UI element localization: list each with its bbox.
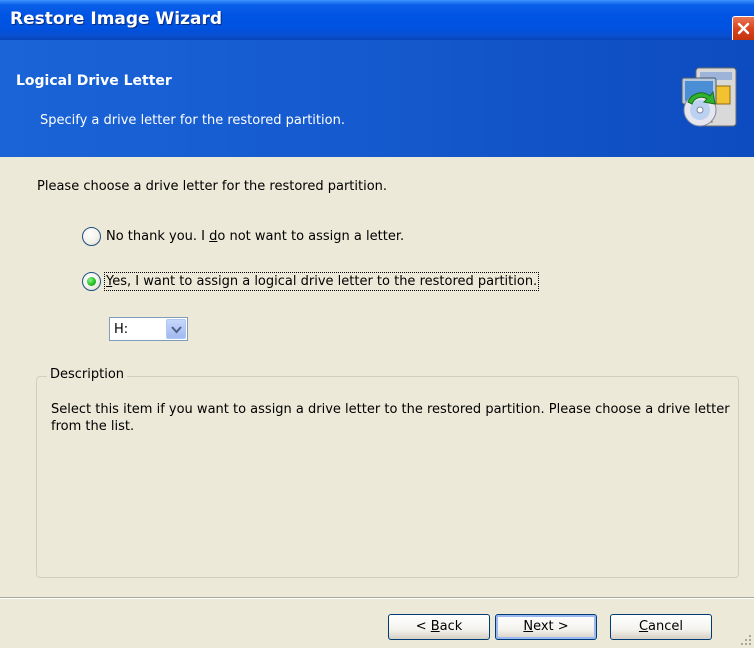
- option-no-letter[interactable]: No thank you. I do not want to assign a …: [82, 227, 404, 246]
- resize-grip-icon[interactable]: [740, 634, 752, 646]
- close-icon: [737, 22, 750, 35]
- back-button[interactable]: < Back: [388, 614, 490, 640]
- window-title: Restore Image Wizard: [10, 9, 223, 29]
- description-legend: Description: [47, 367, 128, 382]
- radio-no-letter[interactable]: [82, 227, 101, 246]
- prompt-text: Please choose a drive letter for the res…: [37, 179, 388, 194]
- dropdown-button[interactable]: [166, 319, 186, 339]
- wizard-header: Logical Drive Letter Specify a drive let…: [0, 40, 754, 157]
- option-assign-letter[interactable]: Yes, I want to assign a logical drive le…: [82, 272, 540, 291]
- step-subtitle: Specify a drive letter for the restored …: [40, 113, 345, 128]
- drive-letter-select[interactable]: H:: [109, 317, 188, 341]
- option-assign-letter-label[interactable]: Yes, I want to assign a logical drive le…: [103, 272, 540, 291]
- step-title: Logical Drive Letter: [16, 73, 172, 89]
- close-button[interactable]: [732, 16, 754, 40]
- cancel-button[interactable]: Cancel: [610, 614, 712, 640]
- description-group: Description Select this item if you want…: [36, 367, 739, 578]
- wizard-content: Please choose a drive letter for the res…: [0, 157, 754, 597]
- restore-wizard-icon: [681, 67, 737, 127]
- drive-letter-value: H:: [114, 322, 129, 337]
- chevron-down-icon: [171, 326, 182, 334]
- option-no-letter-label[interactable]: No thank you. I do not want to assign a …: [106, 229, 404, 244]
- title-bar[interactable]: Restore Image Wizard: [0, 0, 754, 40]
- footer-separator: [0, 597, 754, 599]
- radio-assign-letter[interactable]: [82, 272, 101, 291]
- restore-image-wizard-window: Restore Image Wizard Logical Drive Lette…: [0, 0, 754, 648]
- next-button[interactable]: Next >: [495, 614, 597, 640]
- description-text: Select this item if you want to assign a…: [51, 402, 730, 434]
